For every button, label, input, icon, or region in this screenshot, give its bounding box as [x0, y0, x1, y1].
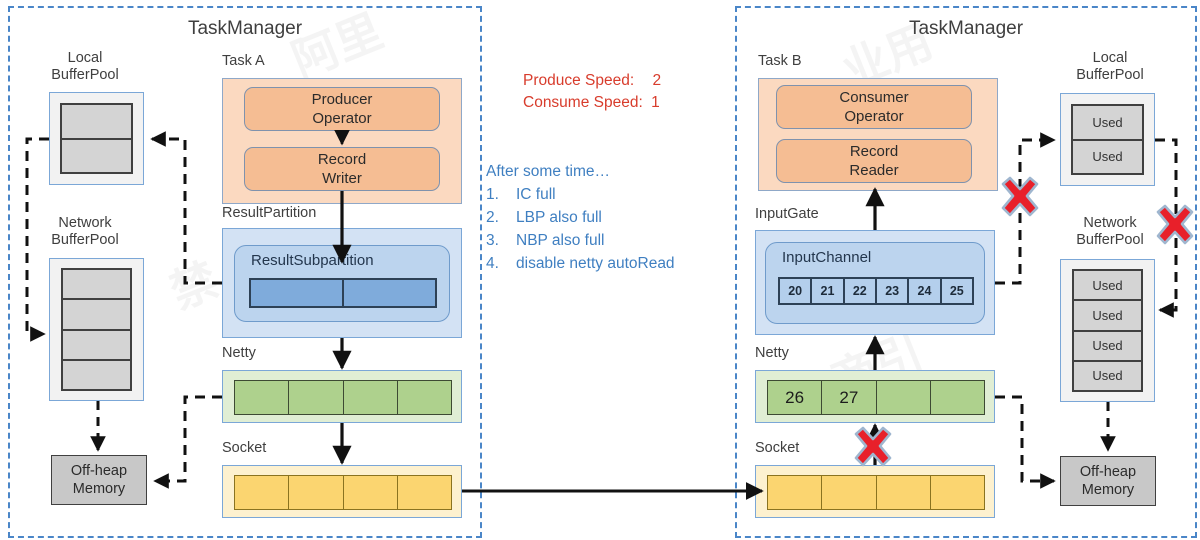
right-network-bufferpool: Used Used Used Used — [1060, 259, 1155, 402]
input-channel-cell: 23 — [876, 279, 910, 303]
result-subpartition-title: ResultSubpartition — [251, 252, 374, 269]
right-socket-strip — [755, 465, 995, 518]
right-network-bufferpool-cells: Used Used Used Used — [1072, 269, 1143, 392]
input-channel-cell: 24 — [909, 279, 942, 303]
right-netty-strip: 26 27 — [755, 370, 995, 423]
consume-speed-value: 1 — [651, 94, 660, 111]
left-network-bufferpool-cells — [61, 268, 132, 391]
note-item: 4. disable netty autoRead — [486, 252, 675, 275]
socket-cell — [930, 476, 984, 509]
buffer-cell — [62, 105, 131, 140]
input-channel-title: InputChannel — [782, 249, 872, 266]
netty-cell — [343, 381, 398, 414]
diagram-canvas: 阿里 禁 商引 业用 TaskManager Local BufferPool … — [0, 0, 1200, 540]
produce-speed-value: 2 — [652, 72, 662, 89]
result-subpartition-box: ResultSubpartition — [234, 245, 450, 322]
buffer-cell — [63, 360, 130, 389]
right-taskmanager-title: TaskManager — [908, 18, 1024, 39]
right-task-label: Task B — [758, 53, 802, 69]
note-index: 4. — [486, 255, 499, 272]
consumer-operator: Consumer Operator — [776, 85, 972, 129]
left-off-heap-memory: Off-heap Memory — [51, 455, 147, 505]
socket-cell — [343, 476, 398, 509]
left-netty-cells — [234, 380, 452, 415]
note-text: disable netty autoRead — [516, 255, 675, 272]
record-reader: Record Reader — [776, 139, 972, 183]
result-partition-label: ResultPartition — [222, 205, 317, 221]
socket-cell — [235, 476, 290, 509]
note-index: 3. — [486, 232, 499, 249]
buffer-cell — [62, 139, 131, 172]
left-local-bufferpool-label: Local BufferPool — [51, 50, 119, 83]
note-item: 1. IC full — [486, 183, 675, 206]
note-text: IC full — [516, 186, 556, 203]
result-subpartition-cells — [249, 278, 437, 308]
netty-cell — [397, 381, 451, 414]
notes-title: After some time… — [486, 163, 611, 180]
right-network-bufferpool-label: Network BufferPool — [1076, 215, 1144, 248]
buffer-cell — [63, 270, 130, 301]
consume-speed-label: Consume Speed: — [523, 94, 643, 111]
socket-cell — [768, 476, 823, 509]
left-netty-label: Netty — [222, 345, 256, 361]
netty-cell — [876, 381, 931, 414]
producer-operator: Producer Operator — [244, 87, 440, 131]
netty-cell — [235, 381, 290, 414]
buffer-cell-used: Used — [1074, 301, 1141, 332]
socket-cell — [397, 476, 451, 509]
notes-title-row: After some time… — [486, 160, 675, 183]
right-local-bufferpool-cells: Used Used — [1071, 104, 1144, 175]
note-index: 1. — [486, 186, 499, 203]
produce-speed-label: Produce Speed: — [523, 72, 635, 89]
right-netty-cells: 26 27 — [767, 380, 985, 415]
right-netty-label: Netty — [755, 345, 789, 361]
buffer-cell-used: Used — [1073, 140, 1142, 173]
netty-cell — [289, 381, 344, 414]
left-task-label: Task A — [222, 53, 265, 69]
notes-block: After some time… 1. IC full 2. LBP also fu… — [486, 160, 675, 275]
buffer-cell — [344, 280, 435, 306]
buffer-cell-used: Used — [1074, 361, 1141, 390]
buffer-cell-used: Used — [1074, 271, 1141, 302]
right-local-bufferpool-label: Local BufferPool — [1076, 50, 1144, 83]
input-channel-cell: 25 — [941, 279, 972, 303]
note-text: NBP also full — [516, 232, 605, 249]
left-taskmanager-title: TaskManager — [187, 18, 303, 39]
left-socket-cells — [234, 475, 452, 510]
right-socket-label: Socket — [755, 440, 800, 456]
input-channel-cell: 22 — [844, 279, 877, 303]
socket-cell — [289, 476, 344, 509]
input-channel-cell: 21 — [812, 279, 845, 303]
input-channel-cells: 20 21 22 23 24 25 — [778, 277, 974, 305]
input-channel-cell: 20 — [780, 279, 813, 303]
input-channel-box: InputChannel 20 21 22 23 24 25 — [765, 242, 985, 324]
note-item: 3. NBP also full — [486, 229, 675, 252]
right-socket-cells — [767, 475, 985, 510]
left-local-bufferpool-cells — [60, 103, 133, 174]
buffer-cell — [63, 330, 130, 361]
left-local-bufferpool — [49, 92, 144, 185]
left-netty-strip — [222, 370, 462, 423]
right-off-heap-memory: Off-heap Memory — [1060, 456, 1156, 506]
record-writer: Record Writer — [244, 147, 440, 191]
socket-cell — [822, 476, 877, 509]
socket-cell — [876, 476, 931, 509]
note-index: 2. — [486, 209, 499, 226]
netty-cell — [930, 381, 984, 414]
netty-cell: 27 — [822, 381, 877, 414]
left-network-bufferpool-label: Network BufferPool — [51, 215, 119, 248]
left-network-bufferpool — [49, 258, 144, 401]
note-item: 2. LBP also full — [486, 206, 675, 229]
left-socket-strip — [222, 465, 462, 518]
buffer-cell-used: Used — [1074, 331, 1141, 362]
note-text: LBP also full — [516, 209, 602, 226]
left-socket-label: Socket — [222, 440, 267, 456]
netty-cell: 26 — [768, 381, 823, 414]
right-local-bufferpool: Used Used — [1060, 93, 1155, 186]
input-gate-label: InputGate — [755, 206, 819, 222]
buffer-cell — [251, 280, 344, 306]
buffer-cell — [63, 300, 130, 331]
buffer-cell-used: Used — [1073, 106, 1142, 141]
speed-legend: Produce Speed: 2 Consume Speed: 1 — [523, 70, 661, 114]
